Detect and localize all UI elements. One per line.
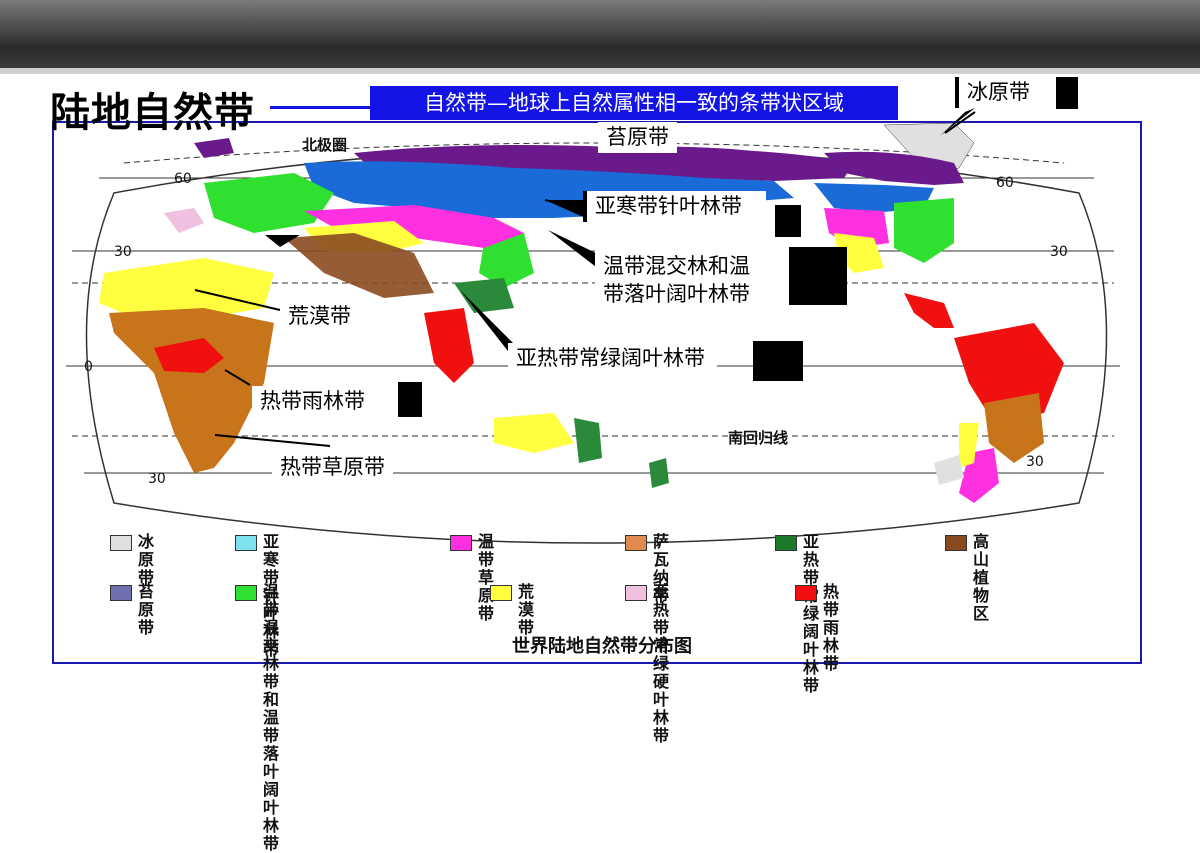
line-subtropical-wedge xyxy=(460,290,515,360)
callout-ice: 冰原带 xyxy=(955,77,1038,108)
callout-subtropical-box xyxy=(753,341,803,381)
line-taiga-left-wedge xyxy=(265,235,300,247)
legend-swatch xyxy=(235,585,257,601)
legend-label: 苔原带 xyxy=(138,582,155,637)
legend-swatch xyxy=(945,535,967,551)
legend-label-2: 落叶阔叶林带 xyxy=(263,744,280,853)
legend-swatch xyxy=(450,535,472,551)
legend-swatch xyxy=(235,535,257,551)
legend-swatch xyxy=(110,535,132,551)
callout-subtropical: 亚热带常绿阔叶林带 xyxy=(508,343,717,374)
callout-savanna: 热带草原带 xyxy=(272,452,393,483)
callout-rainforest: 热带雨林带 xyxy=(252,386,373,417)
legend-swatch xyxy=(795,585,817,601)
callout-taiga-box xyxy=(775,205,801,237)
legend-item: 冰原带 xyxy=(110,533,154,587)
legend-label: 荒漠带 xyxy=(518,582,535,637)
callout-taiga: 亚寒带针叶林带 xyxy=(583,191,766,222)
callout-desert: 荒漠带 xyxy=(280,301,359,332)
legend-label: 高山植物区 xyxy=(973,532,990,623)
legend-item: 温带草原带 xyxy=(450,533,494,623)
legend-item: 苔原带 xyxy=(110,583,154,637)
line-temperate-wedge xyxy=(548,230,600,270)
legend-label: 热带雨林带 xyxy=(823,582,840,673)
legend-swatch xyxy=(775,535,797,551)
legend-label: 温带混交林带和温带 xyxy=(263,582,280,745)
callout-temperate-line2: 带落叶阔叶林带 xyxy=(603,282,750,306)
legend-label: 亚热带常绿 xyxy=(653,582,670,673)
callout-rainforest-box xyxy=(398,382,422,417)
line-savanna xyxy=(214,434,331,447)
legend-label: 冰原带 xyxy=(138,532,155,587)
legend-item: 热带雨林带 xyxy=(795,583,839,673)
callout-temperate-line1: 温带混交林和温 xyxy=(603,254,750,278)
legend-swatch xyxy=(625,535,647,551)
callout-tundra: 苔原带 xyxy=(598,122,677,153)
legend-item: 高山植物区 xyxy=(945,533,989,623)
callout-temperate-box xyxy=(789,247,847,305)
legend-item: 亚热带常绿 硬叶林带 xyxy=(625,583,669,745)
legend-label-2: 硬叶林带 xyxy=(653,672,670,745)
legend-item: 温带混交林带和温带 落叶阔叶林带 xyxy=(235,583,279,853)
callout-ice-box xyxy=(1056,77,1078,109)
legend-item: 荒漠带 xyxy=(490,583,534,637)
line-rainforest xyxy=(224,369,251,386)
line-desert xyxy=(194,289,281,311)
callout-temperate-mixed: 温带混交林和温 带落叶阔叶林带 xyxy=(595,250,799,310)
legend-swatch xyxy=(625,585,647,601)
legend-swatch xyxy=(110,585,132,601)
legend-swatch xyxy=(490,585,512,601)
line-ice xyxy=(944,111,976,134)
